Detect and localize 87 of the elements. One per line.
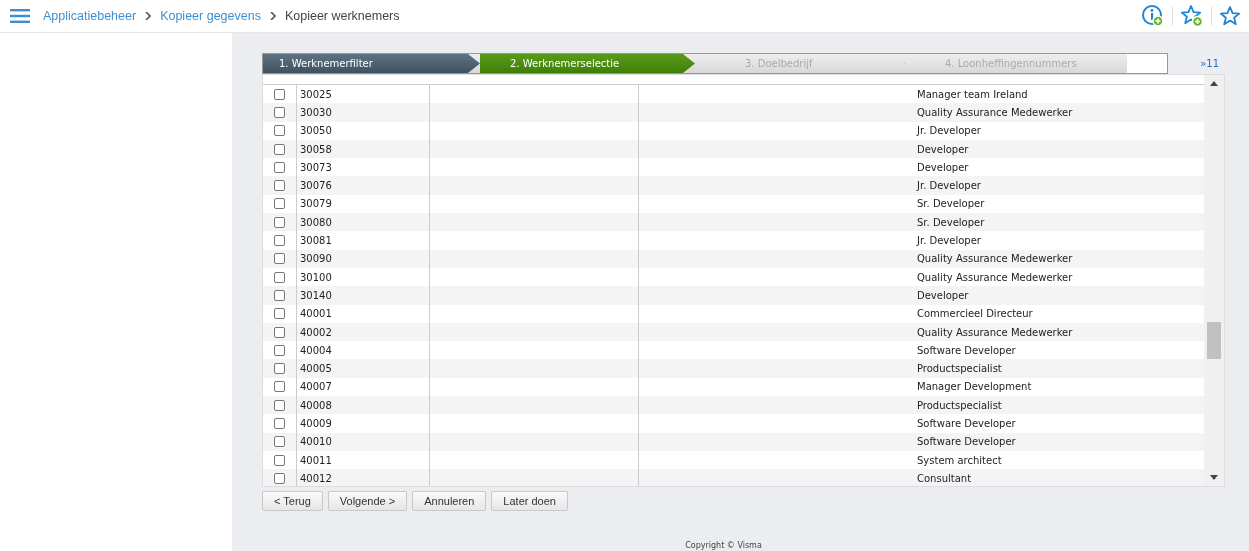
wizard-step[interactable]: 2. Werknemerselectie — [480, 54, 695, 73]
table-cell: Jr. Developer — [917, 235, 981, 246]
table-cell: Manager Development — [917, 381, 1032, 393]
table-cell: 30050 — [300, 125, 332, 137]
table-cell: Jr. Developer — [917, 180, 981, 192]
checkbox[interactable] — [274, 143, 285, 155]
table-cell: Sr. Developer — [917, 216, 985, 228]
scroll-down-icon[interactable] — [1210, 475, 1218, 480]
checkbox[interactable] — [274, 326, 285, 338]
table-cell: 40001 — [300, 308, 332, 320]
table-cell: 30076 — [300, 180, 332, 192]
star-icon[interactable] — [1180, 4, 1204, 28]
checkbox[interactable] — [274, 363, 285, 375]
scrollbar[interactable] — [1204, 75, 1224, 486]
checkbox[interactable] — [274, 399, 285, 411]
page-title: Kopieer werknemers — [284, 9, 400, 23]
table-cell: Sr. Developer — [917, 198, 985, 210]
table-cell: Quality Assurance Medewerker — [917, 106, 1073, 118]
info-icon[interactable] — [1141, 4, 1165, 28]
table-cell: Quality Assurance Medewerker — [917, 326, 1073, 338]
scrollbar-thumb[interactable] — [1207, 322, 1221, 359]
checkbox[interactable] — [274, 418, 285, 429]
table-cell: Commercieel Directeur — [917, 308, 1033, 320]
wizard-button[interactable]: Annuleren — [412, 491, 487, 511]
more-steps-link[interactable]: »11 — [1200, 58, 1219, 69]
checkbox[interactable] — [274, 436, 285, 448]
table-cell: Manager team Ireland — [917, 88, 1028, 100]
chevron-icon — [145, 12, 152, 20]
table-cell: 40004 — [300, 344, 332, 356]
checkbox[interactable] — [274, 125, 285, 137]
table-cell: Software Developer — [917, 418, 1016, 429]
table-cell: Quality Assurance Medewerker — [917, 253, 1073, 265]
checkbox[interactable] — [274, 472, 285, 484]
table-cell: 40005 — [300, 363, 332, 375]
wizard-step[interactable]: 1. Werknemerfilter — [263, 54, 480, 73]
table-cell: Developer — [917, 161, 969, 173]
table-cell: Software Developer — [917, 436, 1016, 448]
checkbox[interactable] — [274, 216, 285, 228]
wizard-button[interactable]: < Terug — [262, 491, 323, 511]
table-cell: Developer — [917, 143, 969, 155]
menu-icon[interactable] — [10, 9, 30, 23]
checkbox[interactable] — [274, 253, 285, 265]
table-cell: 40012 — [300, 472, 332, 484]
table-cell: Consultant — [917, 472, 972, 484]
table-cell: Software Developer — [917, 344, 1016, 356]
checkbox[interactable] — [274, 271, 285, 283]
table-cell: 30080 — [300, 216, 332, 228]
wizard-button[interactable]: Volgende > — [327, 491, 408, 511]
checkbox[interactable] — [274, 106, 285, 118]
table-cell: Productspecialist — [917, 399, 1002, 411]
scroll-up-icon[interactable] — [1210, 81, 1218, 86]
checkbox[interactable] — [274, 308, 285, 320]
copyright-text: Copyright © Visma — [684, 541, 763, 550]
table-cell: 30100 — [300, 271, 332, 283]
chevron-icon — [269, 12, 276, 20]
checkbox[interactable] — [274, 344, 285, 356]
table-cell: 40002 — [300, 326, 332, 338]
table-cell: 40007 — [300, 381, 332, 393]
breadcrumb-link[interactable]: Applicatiebeheer — [43, 9, 137, 23]
breadcrumb-link[interactable]: Kopieer gegevens — [160, 9, 261, 23]
table-cell: 30030 — [300, 106, 332, 118]
table-cell: 30058 — [300, 143, 332, 155]
table-cell: 40008 — [300, 399, 332, 411]
checkbox[interactable] — [274, 235, 285, 246]
table-cell: 40010 — [300, 436, 332, 448]
table-cell: 30079 — [300, 198, 332, 210]
table-cell: 30140 — [300, 289, 332, 301]
checkbox[interactable] — [274, 454, 285, 466]
table-cell: 30025 — [300, 88, 332, 100]
table-cell: 30090 — [300, 253, 332, 265]
table-cell: Quality Assurance Medewerker — [917, 271, 1073, 283]
table-cell: 40009 — [300, 418, 332, 429]
checkbox[interactable] — [274, 198, 285, 210]
table-cell: System architect — [917, 454, 1002, 466]
table-cell: Jr. Developer — [917, 125, 981, 137]
checkbox[interactable] — [274, 381, 285, 393]
checkbox[interactable] — [274, 289, 285, 301]
table-cell: Productspecialist — [917, 363, 1002, 375]
star-icon[interactable] — [1219, 5, 1241, 27]
wizard-button[interactable]: Later doen — [491, 491, 568, 511]
table-cell: 40011 — [300, 454, 332, 466]
checkbox[interactable] — [274, 161, 285, 173]
table-cell: Developer — [917, 289, 969, 301]
table-cell: 30081 — [300, 235, 332, 246]
table-cell: 30073 — [300, 161, 332, 173]
checkbox[interactable] — [274, 88, 285, 100]
checkbox[interactable] — [274, 180, 285, 192]
